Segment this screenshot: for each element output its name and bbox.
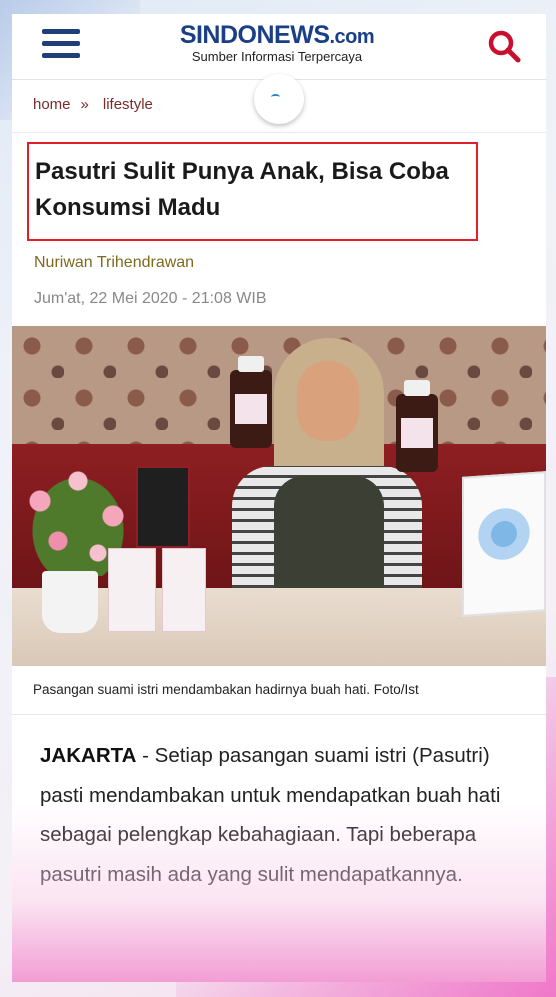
site-logo[interactable]: SINDONEWS.com Sumber Informasi Terpercay… [157, 20, 397, 64]
caption-divider [12, 714, 546, 715]
photo-product-box-right [162, 548, 206, 632]
logo-wordmark: SINDONEWS.com [179, 21, 375, 49]
breadcrumb-separator: » [80, 96, 89, 113]
search-icon[interactable] [486, 28, 522, 64]
article-photo [12, 326, 546, 666]
article-author[interactable]: Nuriwan Trihendrawan [34, 254, 194, 272]
photo-flower-pot [42, 571, 98, 633]
photo-product-box-left [108, 548, 156, 632]
logo-tagline: Sumber Informasi Terpercaya [191, 49, 363, 64]
article-dateline: JAKARTA [40, 744, 137, 767]
breadcrumb-category-link[interactable]: lifestyle [103, 96, 153, 113]
title-highlight-box: Pasutri Sulit Punya Anak, Bisa Coba Kons… [27, 142, 478, 241]
image-caption: Pasangan suami istri mendambakan hadirny… [33, 682, 419, 697]
mobile-page: SINDONEWS.com Sumber Informasi Terpercay… [12, 14, 546, 982]
photo-honey-bottle-right [396, 380, 438, 472]
standee-logo-icon [474, 501, 534, 567]
article-date: Jum'at, 22 Mei 2020 - 21:08 WIB [34, 290, 267, 307]
breadcrumb-home-link[interactable]: home [33, 96, 71, 113]
photo-woman-vest [274, 476, 384, 596]
photo-woman-face [297, 361, 359, 441]
breadcrumb: home » lifestyle [33, 96, 153, 113]
breadcrumb-divider [12, 132, 546, 133]
photo-store-standee [462, 471, 546, 617]
photo-product-box-dark [136, 466, 190, 548]
top-navigation-bar: SINDONEWS.com Sumber Informasi Terpercay… [12, 14, 546, 80]
article-lead-paragraph: JAKARTA - Setiap pasangan suami istri (P… [40, 736, 530, 894]
photo-honey-bottle-left [230, 356, 272, 448]
hamburger-menu-icon[interactable] [42, 29, 80, 61]
loading-spinner-icon [254, 74, 304, 124]
article-title: Pasutri Sulit Punya Anak, Bisa Coba Kons… [35, 158, 449, 221]
